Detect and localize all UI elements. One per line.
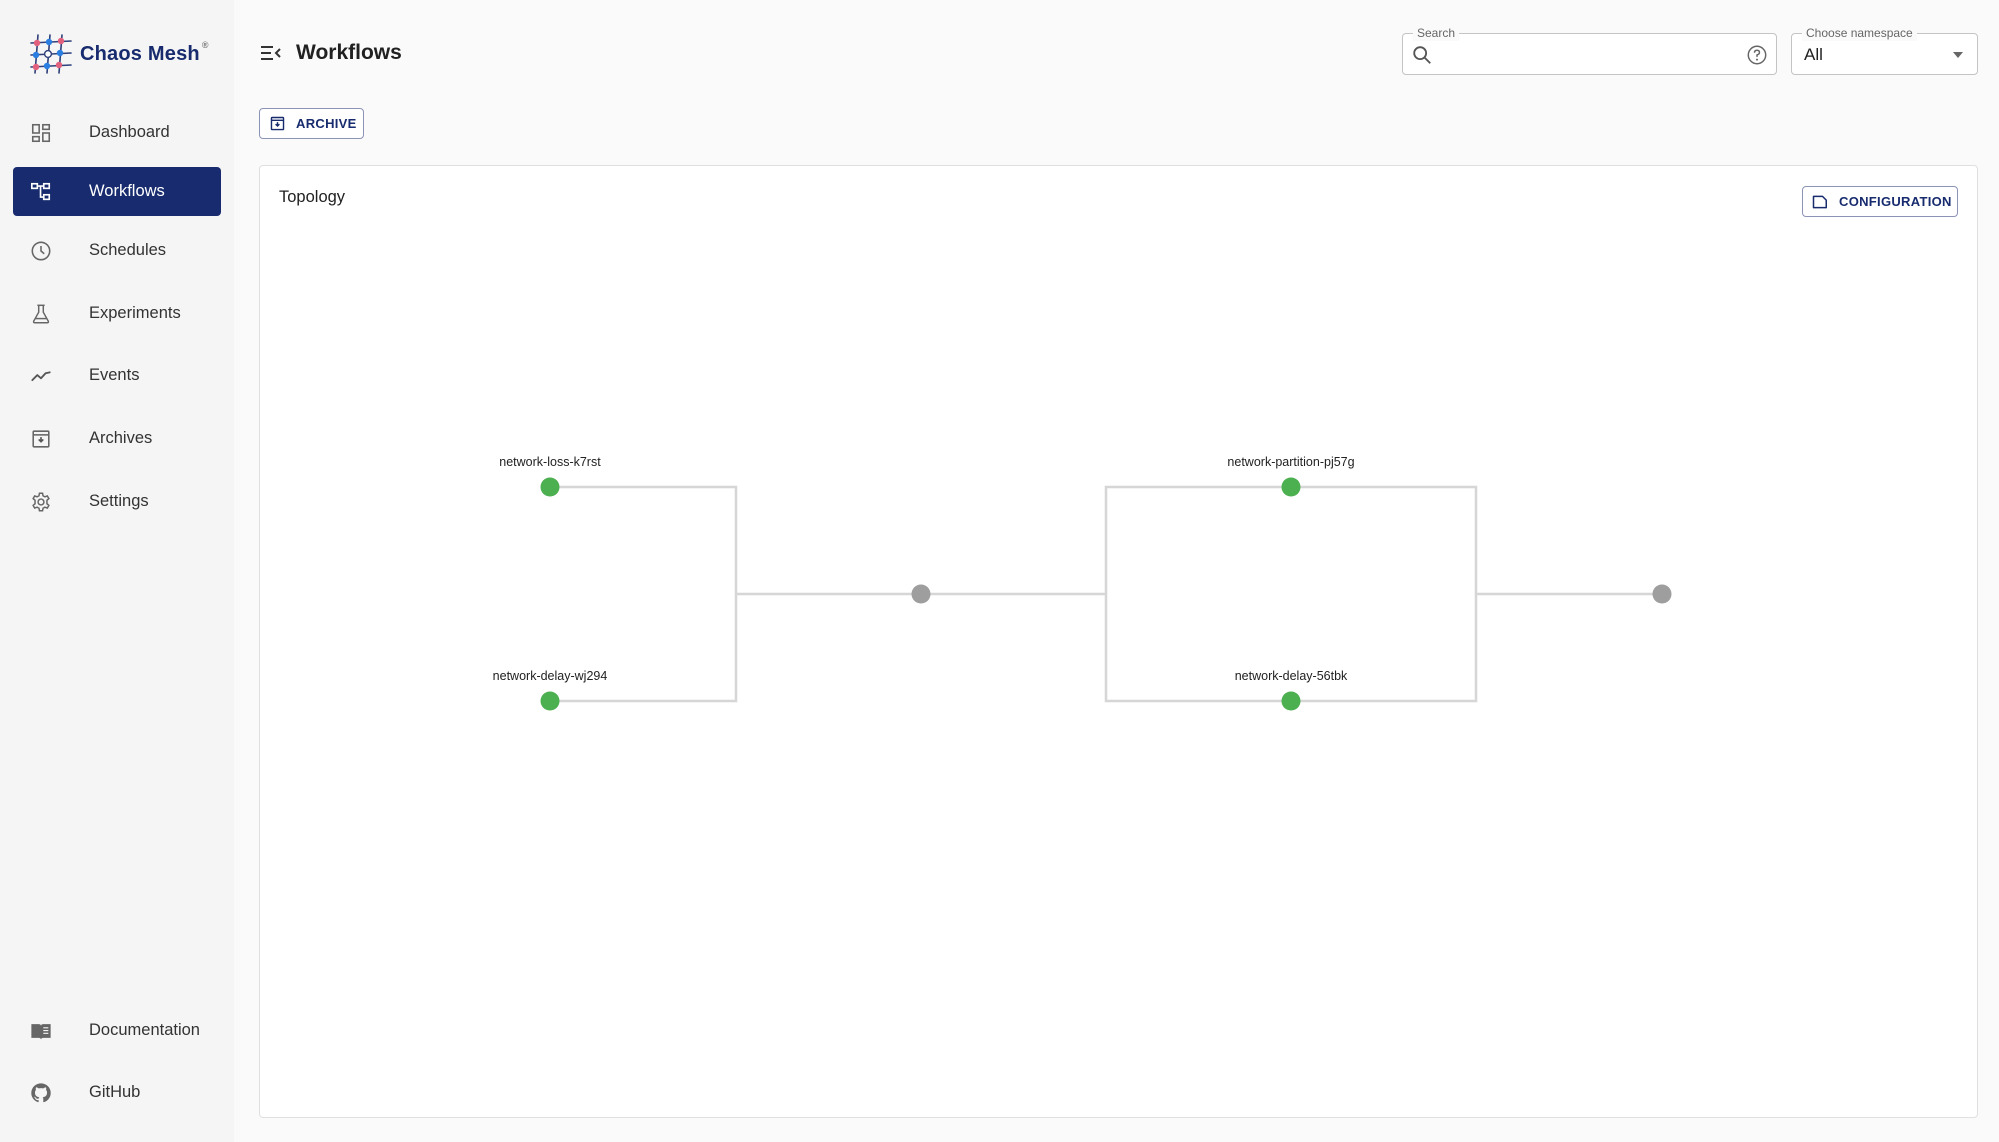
gear-icon: [29, 490, 53, 514]
workflow-node[interactable]: [540, 477, 560, 497]
sidebar-item-label: GitHub: [89, 1083, 141, 1101]
search-label: Search: [1413, 25, 1460, 41]
sidebar-item-label: Schedules: [89, 241, 167, 259]
topology-panel: network-loss-k7rst network-delay-wj294 net…: [259, 165, 1978, 1118]
workflow-node[interactable]: [1281, 477, 1301, 497]
topology-graph[interactable]: network-loss-k7rst network-delay-wj294 net…: [260, 166, 1979, 1119]
sidebar-item-label: Experiments: [89, 304, 181, 322]
archive-icon: [270, 116, 285, 131]
sidebar-item-label: Documentation: [89, 1021, 200, 1039]
archive-icon: [29, 427, 53, 451]
sidebar-item-settings[interactable]: Settings: [13, 477, 221, 526]
search-icon: [1413, 46, 1431, 64]
sidebar-item-label: Archives: [89, 429, 153, 447]
sidebar-item-label: Workflows: [89, 182, 165, 200]
app: Chaos Mesh ® Dashboard Workflows Schedule…: [0, 0, 1999, 1142]
menu-collapse-button[interactable]: [258, 40, 284, 66]
sidebar-item-github[interactable]: GitHub: [13, 1068, 221, 1117]
brand-name: Chaos Mesh ®: [80, 39, 209, 66]
sidebar-item-label: Dashboard: [89, 123, 170, 141]
file-icon: [1812, 195, 1827, 208]
sidebar-item-documentation[interactable]: Documentation: [13, 1006, 221, 1055]
sidebar-item-label: Settings: [89, 492, 149, 510]
junction-node[interactable]: [1652, 584, 1672, 604]
configuration-button[interactable]: CONFIGURATION: [1802, 186, 1958, 217]
github-icon: [29, 1081, 53, 1105]
workflow-node[interactable]: [540, 691, 560, 711]
logo[interactable]: Chaos Mesh ®: [28, 30, 209, 78]
topology-title: Topology: [279, 188, 346, 206]
flask-icon: [29, 302, 53, 326]
sidebar-item-dashboard[interactable]: Dashboard: [13, 108, 221, 157]
namespace-select[interactable]: Choose namespace All: [1791, 25, 1978, 75]
sidebar-item-events[interactable]: Events: [13, 351, 221, 400]
namespace-value: All: [1804, 45, 1823, 64]
timeline-icon: [29, 364, 53, 388]
sidebar-item-archives[interactable]: Archives: [13, 414, 221, 463]
chaos-mesh-logo-icon: [30, 34, 72, 74]
search-input[interactable]: [1439, 40, 1739, 70]
sidebar-item-workflows[interactable]: Workflows: [13, 167, 221, 216]
book-icon: [29, 1019, 53, 1043]
sidebar-item-schedules[interactable]: Schedules: [13, 226, 221, 275]
help-icon[interactable]: [1746, 44, 1768, 66]
node-label: network-delay-wj294: [493, 669, 608, 683]
brand-name-text: Chaos Mesh: [80, 42, 200, 65]
junction-node[interactable]: [911, 584, 931, 604]
archive-button-label: ARCHIVE: [296, 116, 357, 131]
workflow-icon: [29, 180, 53, 204]
archive-button[interactable]: ARCHIVE: [259, 108, 364, 139]
chevron-down-icon: [1953, 52, 1963, 58]
workflow-node[interactable]: [1281, 691, 1301, 711]
search-field[interactable]: Search: [1402, 25, 1777, 75]
sidebar-item-experiments[interactable]: Experiments: [13, 289, 221, 338]
trademark-mark: ®: [201, 39, 209, 50]
dashboard-icon: [29, 121, 53, 145]
configuration-button-label: CONFIGURATION: [1839, 194, 1952, 209]
page-title: Workflows: [296, 41, 402, 64]
sidebar-item-label: Events: [89, 366, 140, 384]
node-label: network-delay-56tbk: [1235, 669, 1348, 683]
clock-icon: [29, 239, 53, 263]
node-label: network-loss-k7rst: [499, 455, 601, 469]
sidebar: Chaos Mesh ® Dashboard Workflows Schedule…: [0, 0, 234, 1142]
menu-collapse-icon: [261, 46, 281, 60]
namespace-label: Choose namespace: [1802, 25, 1917, 41]
node-label: network-partition-pj57g: [1227, 455, 1354, 469]
